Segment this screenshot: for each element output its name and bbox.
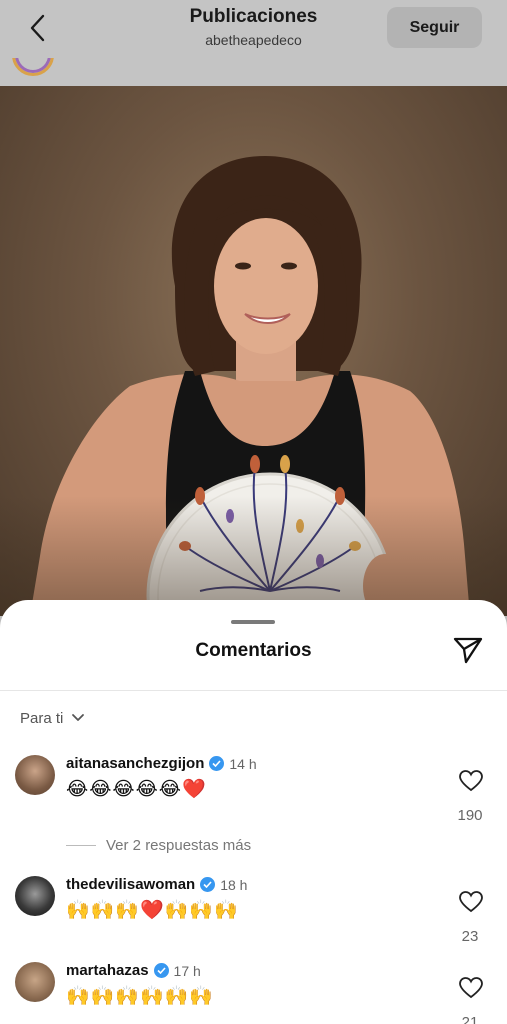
divider	[0, 690, 507, 691]
comment-text: 🙌🙌🙌❤️🙌🙌🙌	[66, 899, 239, 921]
comment-username[interactable]: thedevilisawoman	[66, 876, 195, 893]
post-image[interactable]	[0, 86, 507, 616]
comment-text: 😂😂😂😂😂❤️	[66, 778, 207, 800]
sheet-grabber[interactable]	[231, 620, 275, 624]
comment-time: 17 h	[173, 962, 201, 979]
heart-outline-icon	[459, 891, 483, 913]
heart-outline-icon	[459, 977, 483, 999]
chevron-down-icon	[72, 714, 85, 721]
comment-username[interactable]: aitanasanchezgijon	[66, 755, 204, 772]
comment-time: 14 h	[229, 755, 257, 772]
verified-badge-icon	[153, 963, 169, 978]
more-replies-label: Ver 2 respuestas más	[106, 837, 252, 854]
comment-header: aitanasanchezgijon 14 h	[66, 755, 257, 772]
like-button[interactable]	[458, 890, 484, 914]
share-button[interactable]	[452, 636, 486, 666]
comment-text: 🙌🙌🙌🙌🙌🙌	[66, 985, 214, 1007]
like-count: 21	[461, 1014, 479, 1024]
like-count: 23	[461, 928, 479, 945]
post-header: Publicaciones abetheapedeco Seguir	[0, 0, 507, 86]
replies-line	[66, 845, 96, 846]
verified-badge-icon	[200, 877, 216, 892]
view-more-replies[interactable]: Ver 2 respuestas más	[66, 837, 251, 854]
like-button[interactable]	[458, 769, 484, 793]
avatar[interactable]	[15, 755, 55, 795]
sort-filter[interactable]: Para ti	[20, 708, 85, 728]
follow-button[interactable]: Seguir	[387, 7, 482, 48]
sheet-title: Comentarios	[195, 640, 312, 661]
comment-username[interactable]: martahazas	[66, 962, 149, 979]
avatar[interactable]	[15, 962, 55, 1002]
like-count: 190	[457, 807, 483, 824]
comment-header: thedevilisawoman 18 h	[66, 876, 247, 893]
share-icon	[453, 637, 483, 664]
comment-time: 18 h	[220, 876, 248, 893]
avatar[interactable]	[15, 876, 55, 916]
filter-label: Para ti	[20, 709, 64, 727]
heart-outline-icon	[459, 770, 483, 792]
comments-sheet: Comentarios Para ti aitanasanchezgijon 1…	[0, 600, 507, 1024]
profile-avatar[interactable]	[12, 58, 54, 84]
comment-header: martahazas 17 h	[66, 962, 201, 979]
like-button[interactable]	[458, 976, 484, 1000]
verified-badge-icon	[209, 756, 225, 771]
